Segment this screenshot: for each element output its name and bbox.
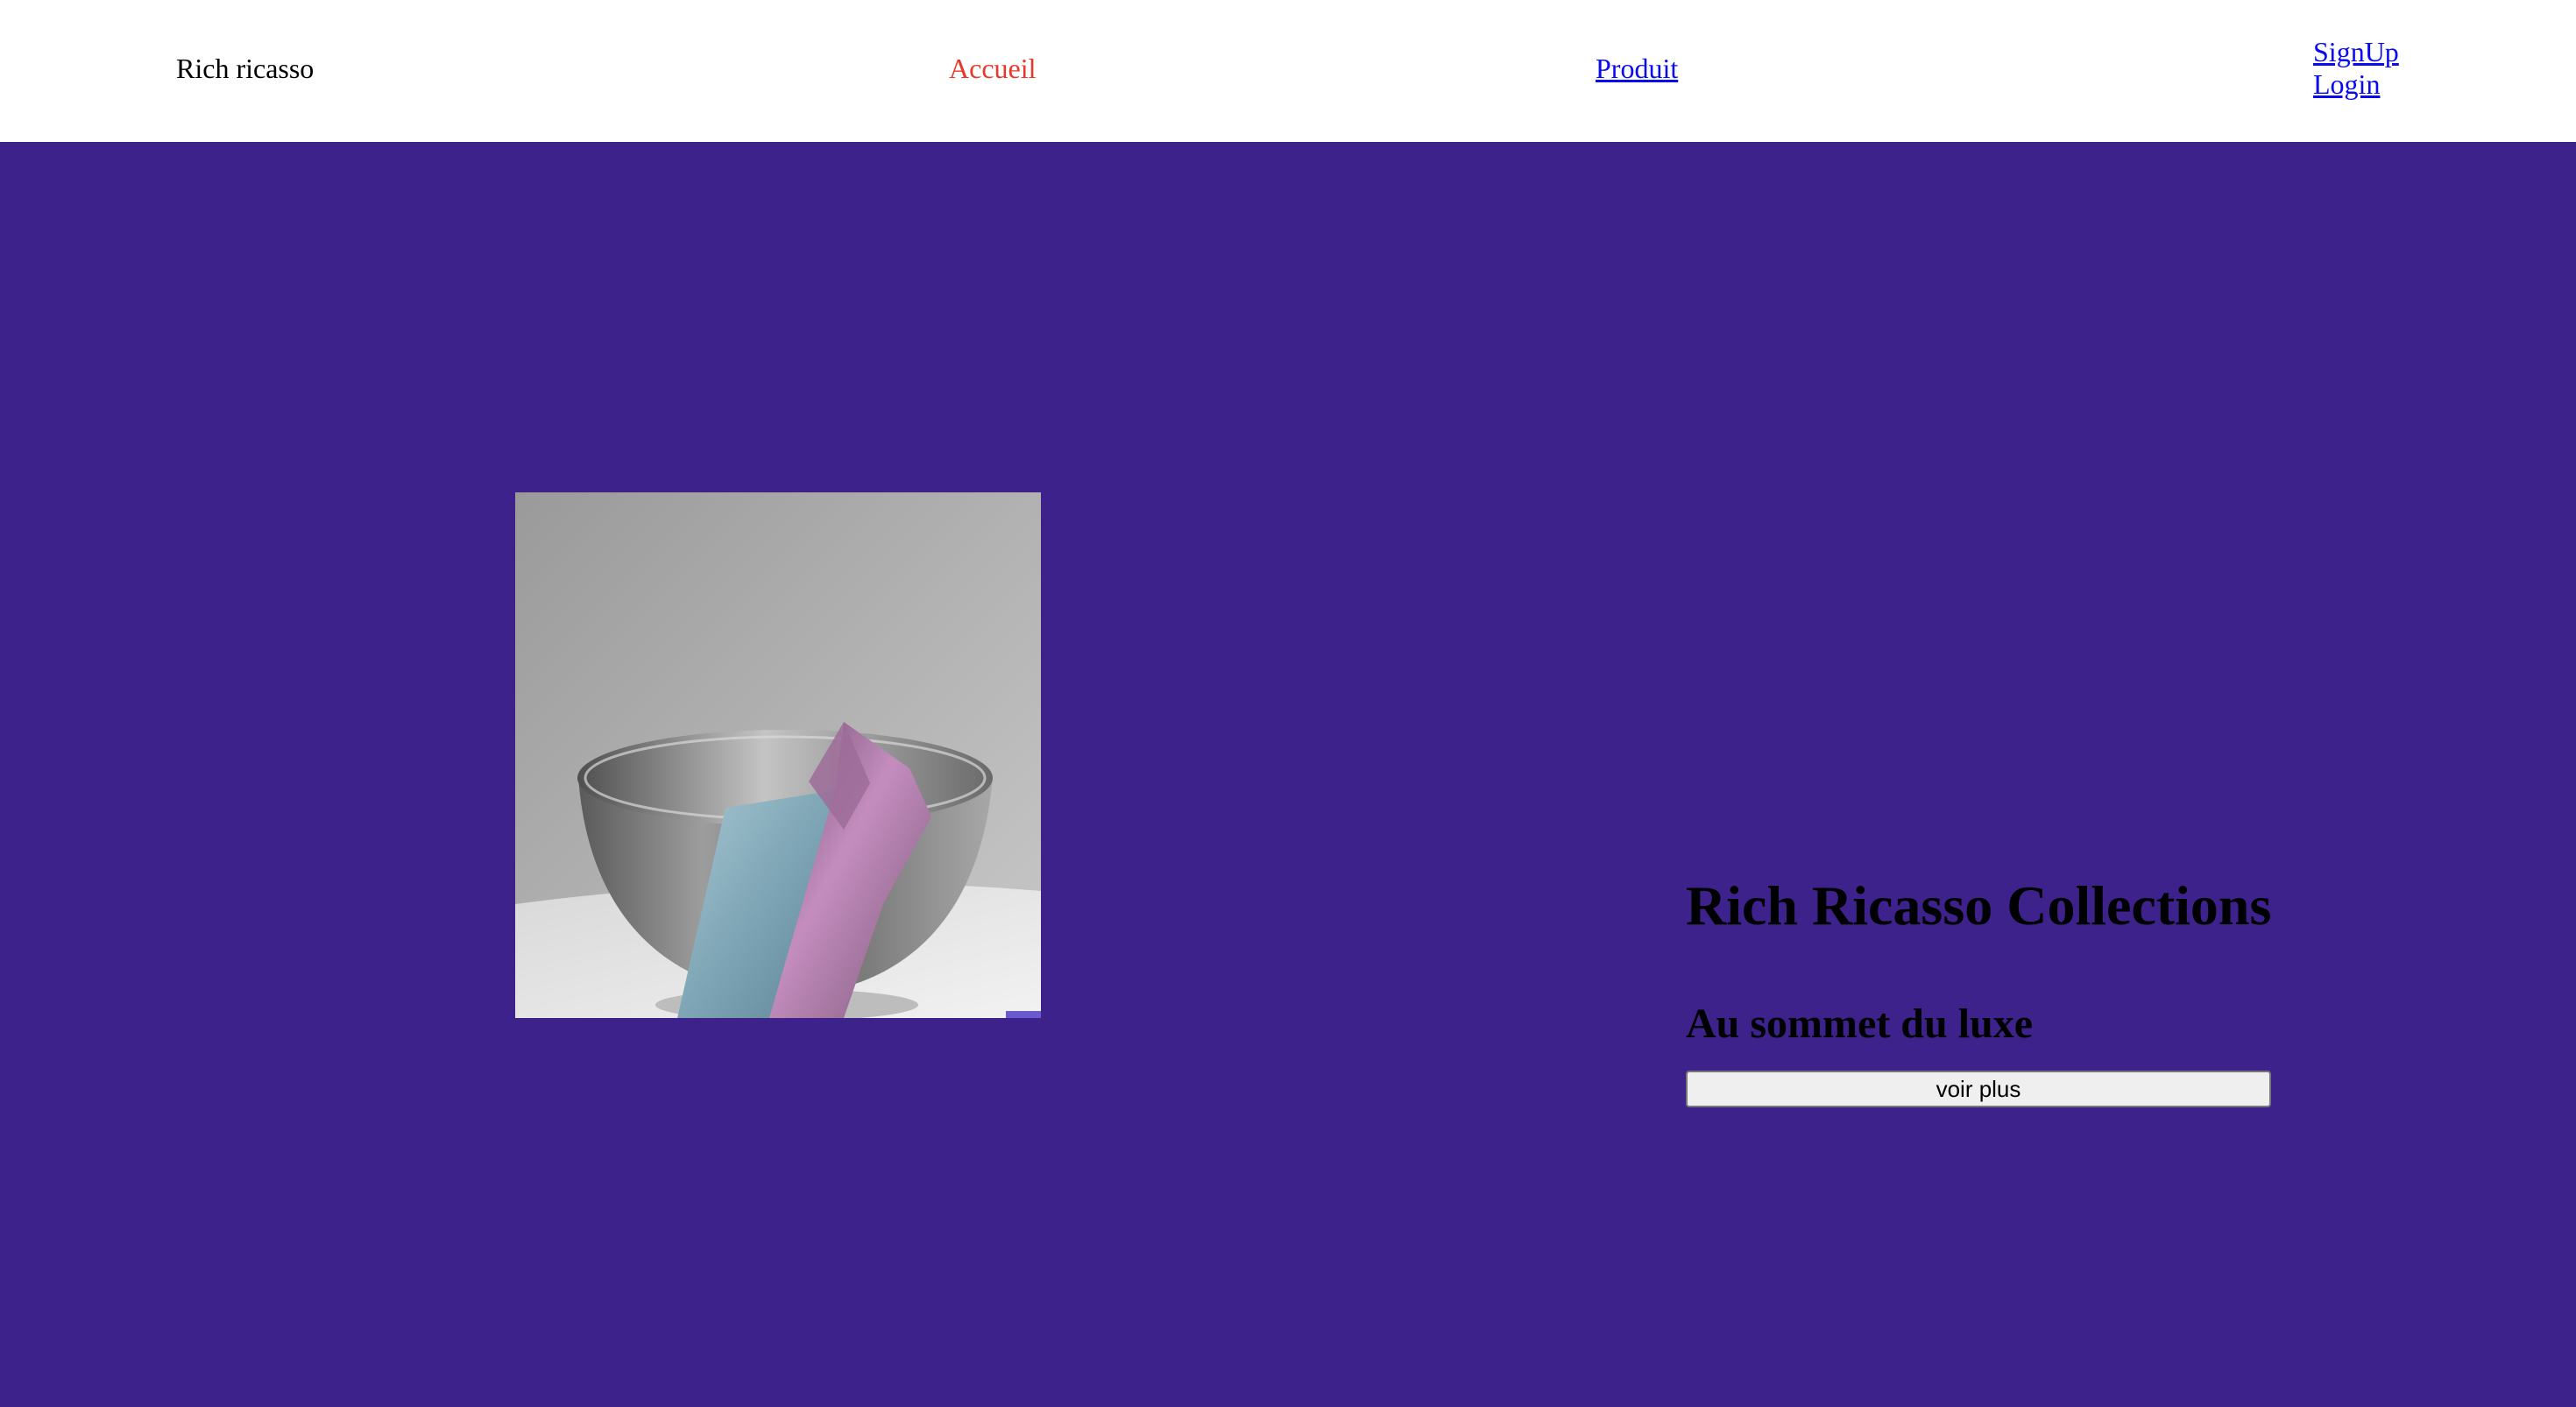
hero-section: Rich Ricasso Collections Au sommet du lu…	[0, 142, 2576, 1407]
product-image-graphic	[515, 492, 1041, 1018]
hero-subtitle: Au sommet du luxe	[1686, 1000, 2034, 1047]
hero-text-block: Rich Ricasso Collections Au sommet du lu…	[1686, 867, 2271, 1107]
top-navigation-bar: Rich ricasso Accueil Produit SignUp Logi…	[0, 0, 2576, 142]
brand-name: Rich ricasso	[176, 53, 315, 84]
voir-plus-button[interactable]: voir plus	[1686, 1071, 2271, 1107]
nav-link-produit[interactable]: Produit	[1596, 51, 1678, 86]
auth-links: SignUp Login	[2313, 36, 2399, 101]
nav-link-accueil[interactable]: Accueil	[949, 51, 1037, 86]
hero-title: Rich Ricasso Collections	[1686, 874, 2272, 937]
product-image	[515, 492, 1041, 1018]
login-link[interactable]: Login	[2313, 68, 2399, 101]
signup-link[interactable]: SignUp	[2313, 36, 2399, 68]
